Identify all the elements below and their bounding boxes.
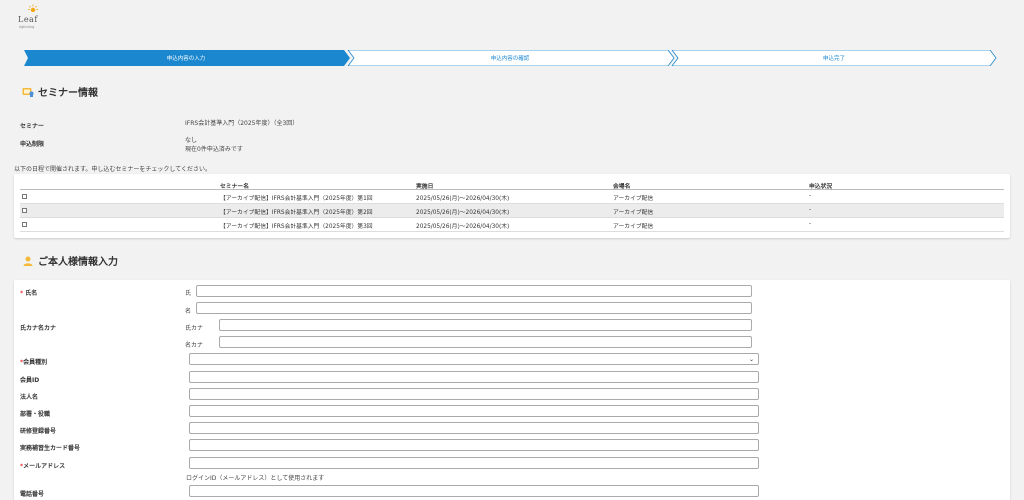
seminar-checkbox[interactable] [22, 194, 27, 199]
step-3-label: 申込完了 [822, 56, 845, 62]
seminar-section-title: セミナー情報 [22, 84, 98, 99]
col-venue: 会場名 [613, 184, 631, 190]
seminar-table-header: セミナー名 実施日 会場名 申込状況 [20, 178, 1004, 190]
personal-section-title: ご本人様情報入力 [22, 253, 118, 268]
required-mark: * [20, 290, 24, 297]
member-type-select[interactable]: ⌄ [189, 353, 759, 365]
col-status: 申込状況 [809, 184, 833, 190]
seminar-table: セミナー名 実施日 会場名 申込状況 【アーカイブ配信】IFRS会計基準入門（2… [20, 178, 1004, 232]
step-2-label: 申込内容の確認 [490, 56, 530, 62]
seminar-name: 【アーカイブ配信】IFRS会計基準入門（2025年度）第1回 [220, 196, 373, 202]
first-kana-input[interactable] [219, 336, 752, 348]
seminar-name: 【アーカイブ配信】IFRS会計基準入門（2025年度）第3回 [220, 224, 373, 230]
seminar-label: セミナー [20, 123, 45, 130]
seminar-icon [22, 87, 34, 97]
card-input[interactable] [189, 439, 759, 451]
table-row[interactable]: 【アーカイブ配信】IFRS会計基準入門（2025年度）第3回 2025/05/2… [20, 218, 1004, 232]
first-kana-sublabel: 名カナ [185, 342, 204, 349]
brand-logo: Leaf lightning [17, 4, 47, 32]
first-name-sublabel: 名 [185, 308, 192, 315]
corp-input[interactable] [189, 388, 759, 400]
dept-input[interactable] [189, 405, 759, 417]
seminar-status: - [809, 221, 812, 227]
phone-input[interactable] [189, 485, 759, 497]
seminar-checkbox[interactable] [22, 208, 27, 213]
logo-sub: lightning [19, 25, 35, 29]
col-date: 実施日 [416, 184, 434, 190]
chevron-down-icon: ⌄ [748, 356, 754, 363]
last-name-input[interactable] [196, 285, 752, 297]
training-label: 研修登録番号 [20, 428, 57, 435]
seminar-date: 2025/05/26(月)〜2026/04/30(木) [416, 196, 510, 202]
seminar-name: 【アーカイブ配信】IFRS会計基準入門（2025年度）第2回 [220, 210, 373, 216]
first-name-input[interactable] [196, 302, 752, 314]
table-row[interactable]: 【アーカイブ配信】IFRS会計基準入門（2025年度）第1回 2025/05/2… [20, 190, 1004, 204]
dept-label: 部署・役職 [20, 411, 51, 418]
seminar-venue: アーカイブ配信 [613, 224, 654, 230]
last-name-sublabel: 氏 [185, 290, 192, 297]
member-type-label: *会員種別 [20, 359, 48, 366]
name-label: * 氏名 [20, 290, 38, 297]
logo-word: Leaf [18, 15, 38, 24]
seminar-status: - [809, 207, 812, 213]
member-id-input[interactable] [189, 371, 759, 383]
personal-section-heading: ご本人様情報入力 [38, 257, 118, 268]
seminar-date: 2025/05/26(月)〜2026/04/30(木) [416, 224, 510, 230]
schedule-note: 以下の日程で開催されます。申し込むセミナーをチェックしてください。 [14, 166, 212, 173]
seminar-checkbox[interactable] [22, 222, 27, 227]
seminar-value: IFRS会計基準入門（2025年度）（全3回） [185, 120, 299, 127]
kana-label: 氏カナ名カナ [20, 325, 57, 332]
training-input[interactable] [189, 422, 759, 434]
seminar-section-heading: セミナー情報 [38, 88, 98, 99]
sun-icon [28, 4, 38, 12]
person-icon [22, 256, 34, 266]
seminar-date: 2025/05/26(月)〜2026/04/30(木) [416, 210, 510, 216]
limit-value-1: なし [185, 137, 198, 144]
member-id-label: 会員ID [20, 377, 40, 384]
last-kana-input[interactable] [219, 319, 752, 331]
email-label: *メールアドレス [20, 463, 66, 470]
phone-label: 電話番号 [20, 491, 45, 498]
seminar-status: - [809, 193, 812, 199]
col-seminar-name: セミナー名 [220, 184, 249, 190]
last-kana-sublabel: 氏カナ [185, 325, 204, 332]
progress-steps: 申込内容の入力 申込内容の確認 申込完了 [24, 50, 1000, 66]
seminar-table-card: セミナー名 実施日 会場名 申込状況 【アーカイブ配信】IFRS会計基準入門（2… [14, 174, 1010, 238]
corp-label: 法人名 [20, 394, 39, 401]
limit-value-2: 現在0件申込済みです [185, 146, 243, 153]
seminar-venue: アーカイブ配信 [613, 210, 654, 216]
seminar-venue: アーカイブ配信 [613, 196, 654, 202]
step-1-label: 申込内容の入力 [166, 56, 206, 62]
limit-label: 申込制限 [20, 141, 45, 148]
card-label: 実務補習生カード番号 [20, 445, 81, 452]
email-hint: ログインID（メールアドレス）として使用されます [186, 475, 325, 482]
table-row[interactable]: 【アーカイブ配信】IFRS会計基準入門（2025年度）第2回 2025/05/2… [20, 204, 1004, 218]
email-input[interactable] [189, 457, 759, 469]
